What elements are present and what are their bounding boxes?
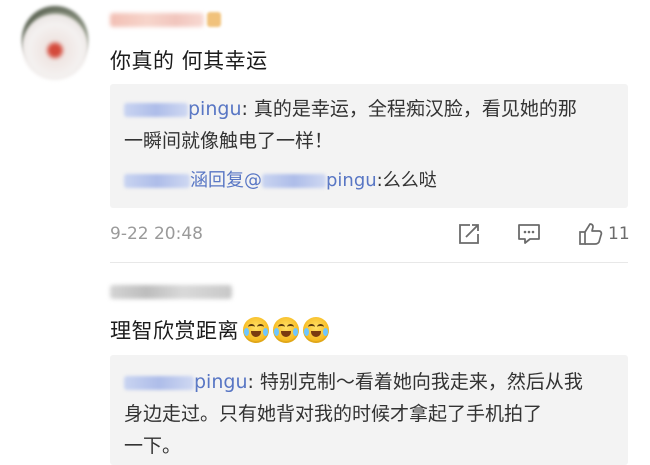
reply-line: 身边走过。只有她背对我的时候才拿起了手机拍了: [124, 403, 543, 425]
vip-badge-icon: [207, 12, 221, 27]
reply-username-blurred[interactable]: [124, 375, 194, 390]
reply-content: :么么哒: [376, 170, 437, 191]
laughing-crying-emoji-icon: [303, 317, 329, 343]
username-blurred[interactable]: [110, 285, 232, 299]
reply-target-suffix[interactable]: pingu: [326, 170, 377, 191]
comment-text: 理智欣赏距离: [110, 315, 329, 345]
username-blurred[interactable]: [110, 13, 204, 27]
comment-text-content: 理智欣赏距离: [110, 319, 239, 343]
reply-username-suffix[interactable]: pingu: [194, 371, 247, 393]
reply-box[interactable]: pingu: 真的是幸运，全程痴汉脸，看见她的那 一瞬间就像触电了一样！ 涵回复…: [110, 84, 628, 208]
reply-content: : 特别克制～看着她向我走来，然后从我: [247, 371, 583, 393]
avatar[interactable]: [22, 14, 88, 80]
reply-prefix[interactable]: 涵回复@: [190, 170, 262, 191]
laughing-crying-emoji-icon: [243, 317, 269, 343]
timestamp: 9-22 20:48: [110, 224, 203, 244]
reply-line: 一瞬间就像触电了一样！: [124, 130, 334, 152]
comment-text: 你真的 何其幸运: [110, 49, 268, 73]
reply-username-suffix[interactable]: pingu: [188, 98, 241, 120]
reply-content: : 真的是幸运，全程痴汉脸，看见她的那: [241, 98, 577, 120]
reply-box[interactable]: pingu: 特别克制～看着她向我走来，然后从我 身边走过。只有她背对我的时候才…: [110, 355, 628, 465]
laughing-crying-emoji-icon: [273, 317, 299, 343]
reply-line: 涵回复@ pingu:么么哒: [124, 166, 437, 196]
comment-icon[interactable]: [516, 222, 542, 246]
reply-line: pingu: 特别克制～看着她向我走来，然后从我: [124, 367, 583, 397]
like-count: 11: [608, 224, 630, 244]
reply-target-blurred[interactable]: [262, 174, 326, 188]
reply-username-blurred[interactable]: [124, 174, 190, 188]
share-icon[interactable]: [456, 222, 482, 246]
divider: [110, 262, 628, 263]
reply-username-blurred[interactable]: [124, 102, 188, 117]
like-icon[interactable]: [578, 222, 604, 246]
reply-line: 一下。: [124, 435, 182, 457]
reply-line: pingu: 真的是幸运，全程痴汉脸，看见她的那: [124, 94, 577, 124]
emoji-group: [243, 317, 329, 343]
